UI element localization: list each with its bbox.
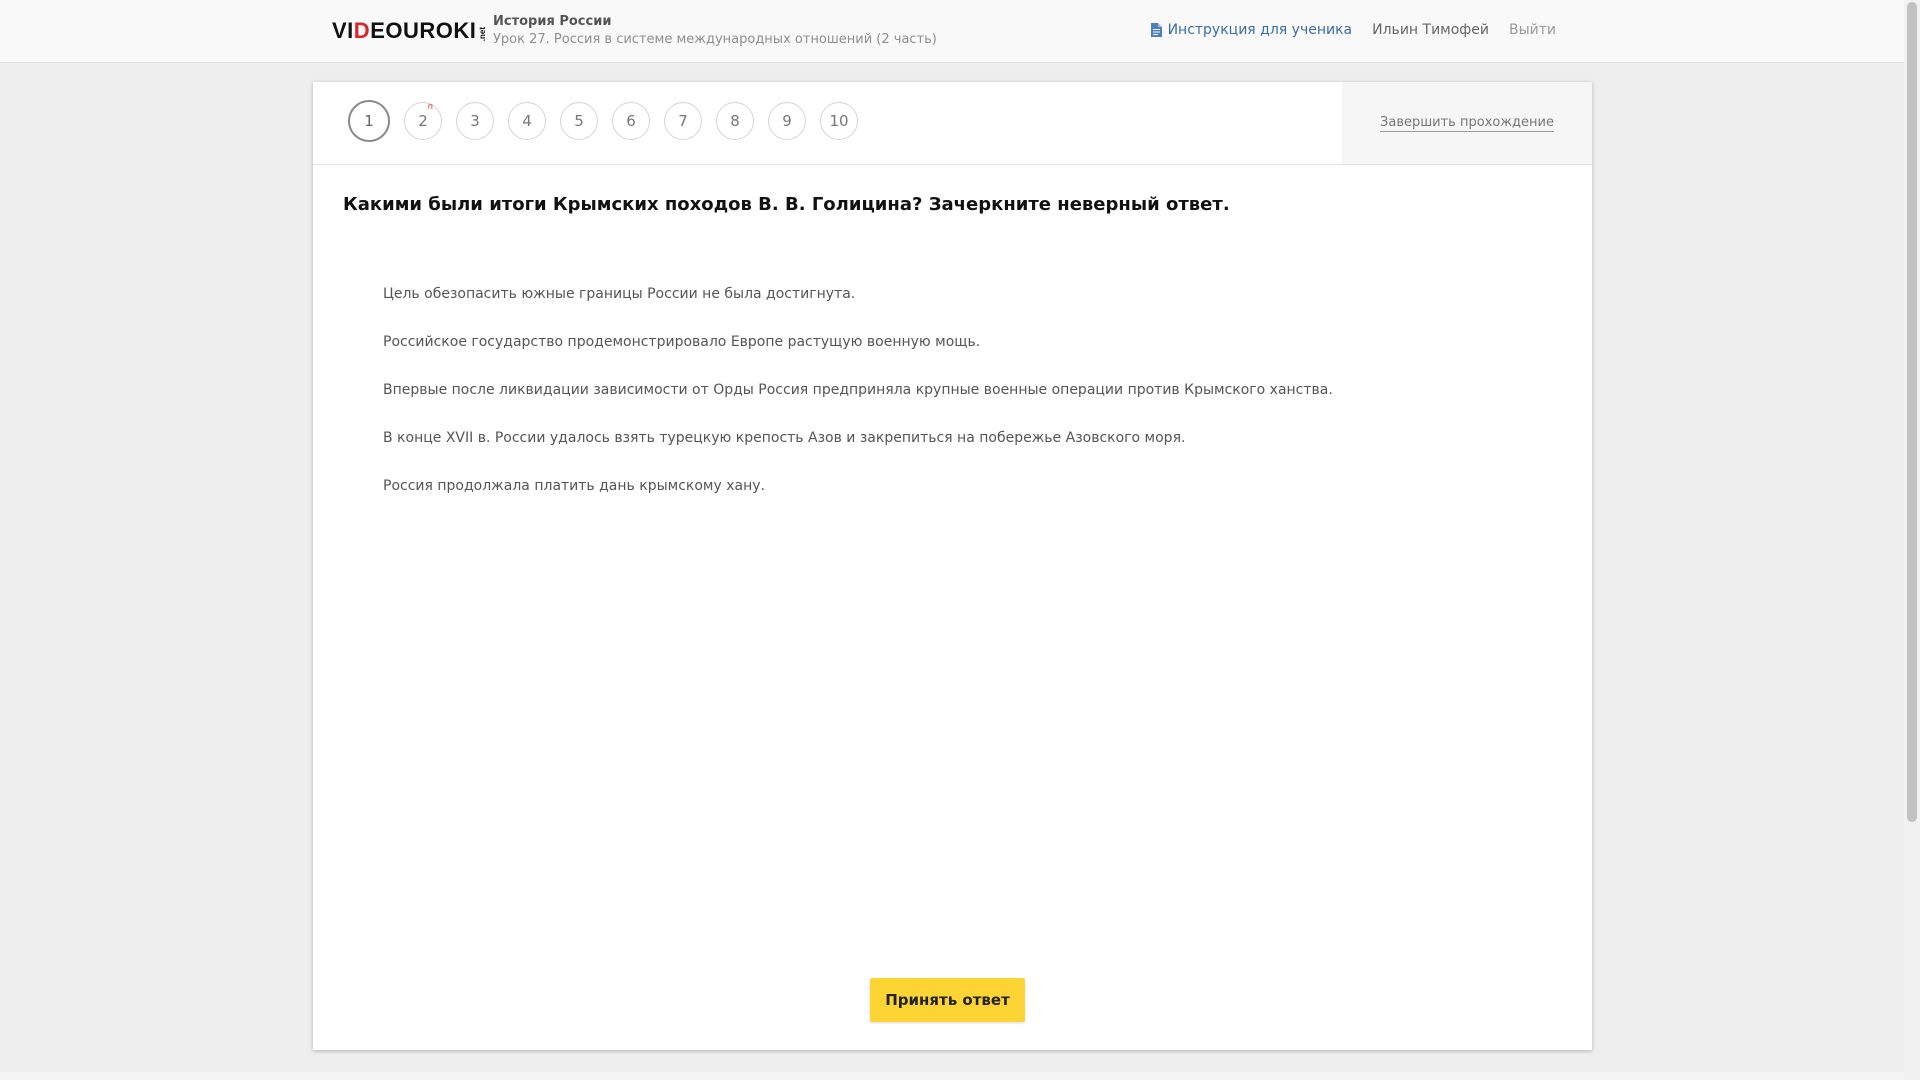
step-marker: п xyxy=(427,102,433,111)
page-scrollbar[interactable] xyxy=(1904,0,1920,1080)
logout-link[interactable]: Выйти xyxy=(1509,22,1556,38)
logo-text-part3: EOUROKI xyxy=(370,18,477,43)
logo-text-part1: VI xyxy=(332,18,354,43)
step-number: 3 xyxy=(470,112,480,130)
step-4[interactable]: 4 xyxy=(508,102,546,140)
step-10[interactable]: 10 xyxy=(820,102,858,140)
step-number: 1 xyxy=(364,112,374,130)
answer-option-1[interactable]: Цель обезопасить южные границы России не… xyxy=(383,282,1333,330)
instruction-link[interactable]: Инструкция для ученика xyxy=(1150,22,1353,38)
step-6[interactable]: 6 xyxy=(612,102,650,140)
step-9[interactable]: 9 xyxy=(768,102,806,140)
step-number: 2 xyxy=(418,112,428,130)
step-number: 5 xyxy=(574,112,584,130)
step-8[interactable]: 8 xyxy=(716,102,754,140)
step-1[interactable]: 1 xyxy=(348,100,390,142)
finish-test-link[interactable]: Завершить прохождение xyxy=(1380,115,1554,132)
step-number: 7 xyxy=(678,112,688,130)
step-number: 6 xyxy=(626,112,636,130)
logo-text-part2: D xyxy=(353,18,371,43)
answer-list: Цель обезопасить южные границы России не… xyxy=(383,282,1333,522)
course-title: История России xyxy=(493,14,612,29)
document-icon xyxy=(1150,23,1162,37)
lesson-title: Урок 27. Россия в системе международных … xyxy=(493,32,937,47)
step-2[interactable]: 2п xyxy=(404,102,442,140)
footer-strip xyxy=(0,1072,1904,1080)
step-number: 10 xyxy=(829,112,849,130)
logo-suffix: .net xyxy=(478,26,488,41)
top-header: VI D EOUROKI .net История России Урок 27. Р… xyxy=(0,0,1904,63)
scrollbar-thumb[interactable] xyxy=(1907,2,1917,822)
step-7[interactable]: 7 xyxy=(664,102,702,140)
step-number: 9 xyxy=(782,112,792,130)
site-logo[interactable]: VI D EOUROKI .net xyxy=(332,18,487,44)
step-number: 4 xyxy=(522,112,532,130)
step-number: 8 xyxy=(730,112,740,130)
answer-option-3[interactable]: Впервые после ликвидации зависимости от … xyxy=(383,378,1333,426)
header-nav: Инструкция для ученика Ильин Тимофей Вый… xyxy=(1150,22,1556,38)
question-steps: 1 2п 3 4 5 6 7 8 9 10 xyxy=(348,100,872,142)
question-text: Какими были итоги Крымских походов В. В.… xyxy=(343,194,1230,215)
user-name[interactable]: Ильин Тимофей xyxy=(1372,22,1489,38)
answer-option-2[interactable]: Российское государство продемонстрировал… xyxy=(383,330,1333,378)
test-card: 1 2п 3 4 5 6 7 8 9 10 Завершить прохожде… xyxy=(313,82,1592,1050)
step-3[interactable]: 3 xyxy=(456,102,494,140)
question-navigation-bar: 1 2п 3 4 5 6 7 8 9 10 Завершить прохожде… xyxy=(313,82,1592,165)
answer-option-4[interactable]: В конце XVII в. России удалось взять тур… xyxy=(383,426,1333,474)
submit-answer-button[interactable]: Принять ответ xyxy=(870,978,1025,1022)
answer-option-5[interactable]: Россия продолжала платить дань крымскому… xyxy=(383,474,1333,522)
finish-panel: Завершить прохождение xyxy=(1342,82,1592,164)
step-5[interactable]: 5 xyxy=(560,102,598,140)
instruction-link-label: Инструкция для ученика xyxy=(1167,22,1353,38)
